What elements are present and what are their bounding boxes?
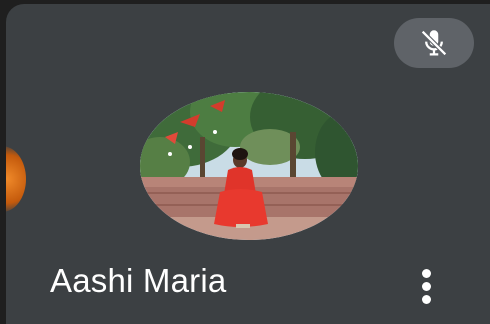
more-vert-icon-dot bbox=[421, 294, 431, 304]
participant-name: Aashi Maria bbox=[50, 262, 227, 299]
participant-tile[interactable]: Aashi Maria bbox=[6, 4, 490, 324]
mic-off-icon bbox=[421, 30, 447, 56]
avatar-photo bbox=[140, 92, 358, 240]
more-vert-icon bbox=[421, 268, 431, 278]
more-options-button[interactable] bbox=[406, 262, 446, 310]
avatar bbox=[140, 92, 358, 240]
mic-muted-indicator[interactable] bbox=[394, 18, 474, 68]
adjacent-tile-edge bbox=[6, 146, 26, 212]
more-vert-icon-dot bbox=[421, 281, 431, 291]
